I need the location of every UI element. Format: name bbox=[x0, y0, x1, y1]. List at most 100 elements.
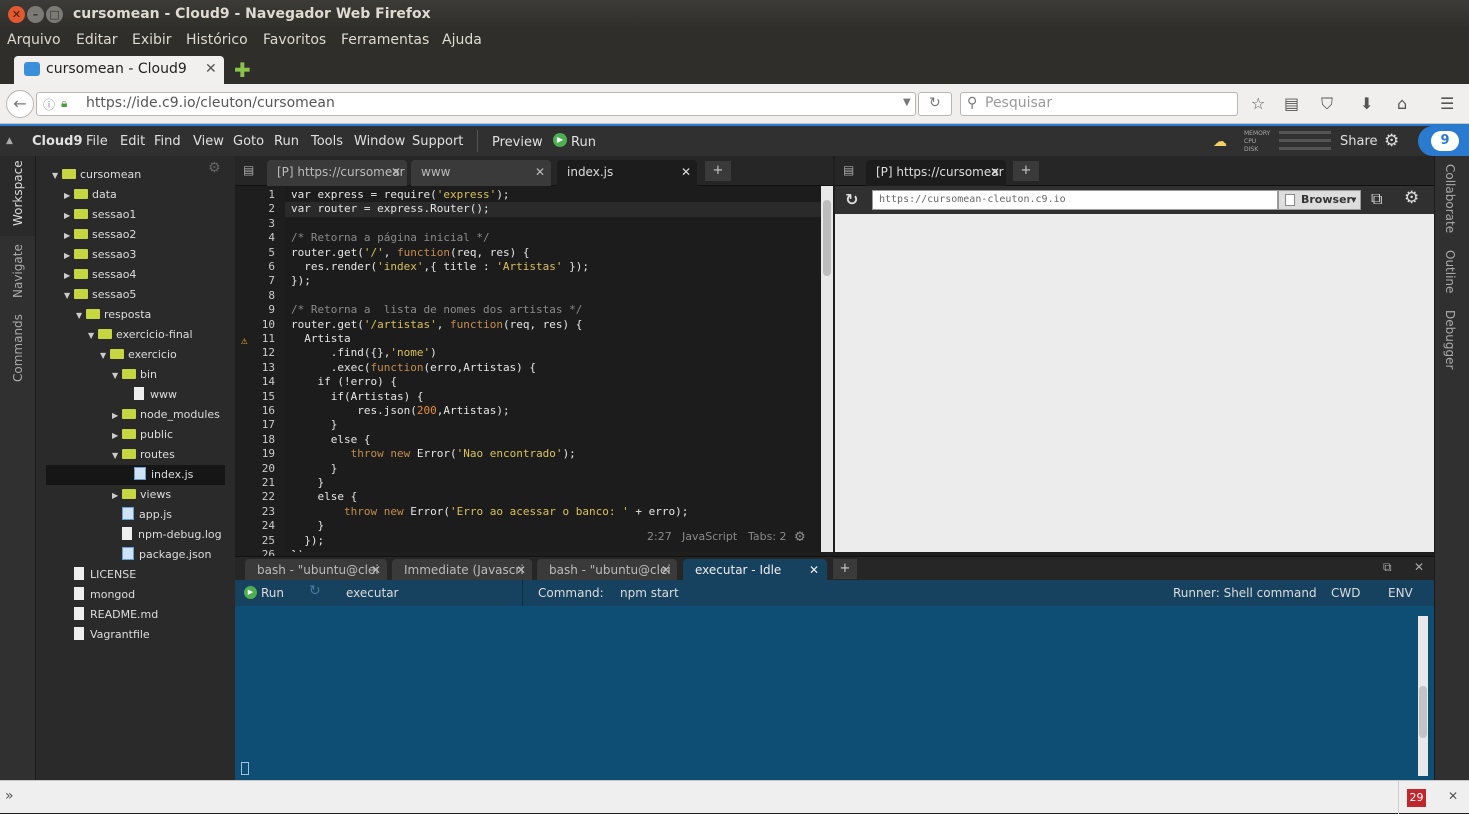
tree-settings-icon[interactable]: ⚙ bbox=[208, 160, 221, 176]
chevron-right-icon[interactable]: ▶ bbox=[64, 206, 74, 226]
menu-cloud9[interactable]: Cloud9 bbox=[32, 134, 83, 149]
menu-editar[interactable]: Editar bbox=[76, 32, 117, 48]
close-panel-icon[interactable]: ✕ bbox=[1414, 560, 1424, 574]
close-tab-icon[interactable]: ✕ bbox=[661, 559, 671, 581]
close-tab-icon[interactable]: ✕ bbox=[809, 559, 819, 581]
tree-item[interactable]: ▶ data bbox=[64, 185, 117, 205]
run-play-icon[interactable]: ▶ bbox=[244, 586, 257, 599]
tree-item[interactable]: README.md bbox=[64, 605, 158, 625]
chevron-down-icon[interactable]: ▼ bbox=[76, 306, 86, 326]
menu-window[interactable]: Window bbox=[354, 134, 405, 149]
menu-ferramentas[interactable]: Ferramentas bbox=[341, 32, 429, 48]
console-tab-executar[interactable]: executar - Idle ✕ bbox=[683, 559, 827, 581]
tree-item[interactable]: ▼ bin bbox=[112, 365, 157, 385]
close-tab-icon[interactable]: ✕ bbox=[205, 61, 217, 77]
preview-reload-icon[interactable]: ↻ bbox=[845, 190, 858, 209]
warning-icon[interactable]: ⚠ bbox=[241, 334, 248, 347]
close-tab-icon[interactable]: ✕ bbox=[371, 559, 381, 581]
add-tab-icon[interactable]: + bbox=[1013, 161, 1039, 181]
close-window-icon[interactable]: ✕ bbox=[8, 6, 25, 23]
restore-panel-icon[interactable]: ⧉ bbox=[1383, 560, 1392, 575]
menu-arquivo[interactable]: Arquivo bbox=[7, 32, 61, 48]
close-tab-icon[interactable]: ✕ bbox=[681, 160, 691, 184]
preview-tab[interactable]: [P] https://cursomear ✕ bbox=[866, 160, 1006, 186]
tree-item[interactable]: ▼ routes bbox=[112, 445, 175, 465]
tree-item[interactable]: ▼ exercicio bbox=[100, 345, 177, 365]
chevron-right-icon[interactable]: ▶ bbox=[112, 486, 122, 506]
close-tab-icon[interactable]: ✕ bbox=[516, 559, 526, 581]
reading-list-icon[interactable]: ▤ bbox=[1284, 94, 1299, 113]
menu-file[interactable]: File bbox=[86, 134, 108, 149]
language-mode[interactable]: JavaScript bbox=[682, 530, 737, 543]
editor-tab-indexjs[interactable]: index.js ✕ bbox=[557, 160, 697, 186]
tab-menu-icon[interactable]: ▤ bbox=[243, 163, 254, 177]
preview-url-input[interactable]: https://cursomean-cleuton.c9.io bbox=[872, 190, 1278, 210]
collapse-menu-icon[interactable]: ▲ bbox=[6, 136, 13, 146]
chevron-down-icon[interactable]: ▼ bbox=[64, 286, 74, 306]
outline-panel-tab[interactable]: Outline bbox=[1443, 250, 1457, 293]
editor-scroll-thumb[interactable] bbox=[823, 200, 831, 276]
restart-icon[interactable]: ↻ bbox=[309, 583, 321, 599]
navigate-panel-tab[interactable]: Navigate bbox=[11, 244, 25, 298]
editor-settings-icon[interactable]: ⚙ bbox=[795, 526, 805, 545]
share-button[interactable]: Share bbox=[1340, 134, 1378, 149]
menu-find[interactable]: Find bbox=[154, 134, 181, 149]
maximize-window-icon[interactable]: □ bbox=[46, 6, 63, 23]
url-bar[interactable]: ⓘ 🔒︎ https://ide.c9.io/cleuton/cursomean… bbox=[36, 92, 916, 116]
tree-item[interactable]: Vagrantfile bbox=[64, 625, 150, 645]
debugger-panel-tab[interactable]: Debugger bbox=[1443, 310, 1457, 369]
url-dropdown-icon[interactable]: ▼ bbox=[903, 97, 911, 108]
chevron-down-icon[interactable]: ▼ bbox=[112, 366, 122, 386]
runner-run-button[interactable]: Run bbox=[261, 586, 284, 600]
command-input[interactable]: npm start bbox=[620, 586, 679, 600]
add-tab-icon[interactable]: + bbox=[833, 559, 857, 579]
editor-tab-www[interactable]: www ✕ bbox=[411, 160, 551, 186]
cwd-button[interactable]: CWD bbox=[1331, 586, 1360, 600]
preview-settings-icon[interactable]: ⚙ bbox=[1404, 188, 1419, 208]
tree-item[interactable]: ▼ cursomean bbox=[52, 165, 141, 185]
close-tab-icon[interactable]: ✕ bbox=[990, 160, 1000, 184]
chevron-down-icon[interactable]: ▼ bbox=[88, 326, 98, 346]
chevron-right-icon[interactable]: ▶ bbox=[112, 406, 122, 426]
tree-item[interactable]: ▶ sessao3 bbox=[64, 245, 136, 265]
home-icon[interactable]: ⌂ bbox=[1397, 94, 1407, 113]
terminal-scrollbar[interactable] bbox=[1418, 616, 1428, 776]
menu-historico[interactable]: Histórico bbox=[186, 32, 248, 48]
menu-exibir[interactable]: Exibir bbox=[132, 32, 172, 48]
minimize-window-icon[interactable]: – bbox=[27, 6, 44, 23]
search-input[interactable]: ⚲ Pesquisar bbox=[960, 92, 1238, 116]
info-icon[interactable]: ⓘ bbox=[43, 96, 55, 113]
run-play-icon[interactable]: ▶ bbox=[553, 133, 567, 147]
preview-mode-select[interactable]: Browser ▼ bbox=[1278, 190, 1361, 210]
menu-support[interactable]: Support bbox=[412, 134, 463, 149]
tree-item[interactable]: app.js bbox=[112, 505, 172, 525]
pocket-icon[interactable]: ⛉ bbox=[1321, 94, 1333, 114]
tab-size[interactable]: Tabs: 2 bbox=[748, 530, 787, 543]
terminal-scroll-thumb[interactable] bbox=[1419, 686, 1427, 738]
tree-item[interactable]: ▼ exercicio-final bbox=[88, 325, 193, 345]
chevron-right-icon[interactable]: ▶ bbox=[64, 266, 74, 286]
tree-item[interactable]: ▶ public bbox=[112, 425, 173, 445]
tree-item[interactable]: ▶ sessao2 bbox=[64, 225, 136, 245]
close-statusbar-icon[interactable]: ✕ bbox=[1448, 789, 1458, 803]
preview-content[interactable] bbox=[835, 214, 1434, 552]
console-tab-immediate[interactable]: Immediate (Javascri ✕ bbox=[392, 559, 532, 581]
runner-name-input[interactable]: executar bbox=[346, 586, 398, 600]
reload-button[interactable]: ↻ bbox=[918, 92, 952, 116]
run-button[interactable]: Run bbox=[571, 135, 596, 150]
editor-tab-preview[interactable]: [P] https://cursomear ✕ bbox=[267, 160, 407, 186]
bookmark-star-icon[interactable]: ☆ bbox=[1251, 94, 1265, 113]
tree-item[interactable]: ▼ resposta bbox=[76, 305, 151, 325]
chevron-right-double-icon[interactable]: » bbox=[5, 788, 14, 804]
gear-icon[interactable]: ⚙ bbox=[1384, 131, 1399, 151]
collaborate-panel-tab[interactable]: Collaborate bbox=[1443, 164, 1457, 233]
console-tab-bash1[interactable]: bash - "ubuntu@clei ✕ bbox=[245, 559, 387, 581]
tree-item[interactable]: LICENSE bbox=[64, 565, 136, 585]
runner-select[interactable]: Runner: Shell command bbox=[1173, 586, 1317, 600]
env-button[interactable]: ENV bbox=[1388, 586, 1413, 600]
download-icon[interactable]: ⬇ bbox=[1360, 94, 1373, 113]
tree-item[interactable]: ▶ sessao1 bbox=[64, 205, 136, 225]
url-text[interactable]: https://ide.c9.io/cleuton/cursomean bbox=[86, 95, 335, 111]
addon-badge[interactable]: 29 bbox=[1407, 789, 1426, 807]
workspace-panel-tab[interactable]: Workspace bbox=[11, 160, 25, 226]
